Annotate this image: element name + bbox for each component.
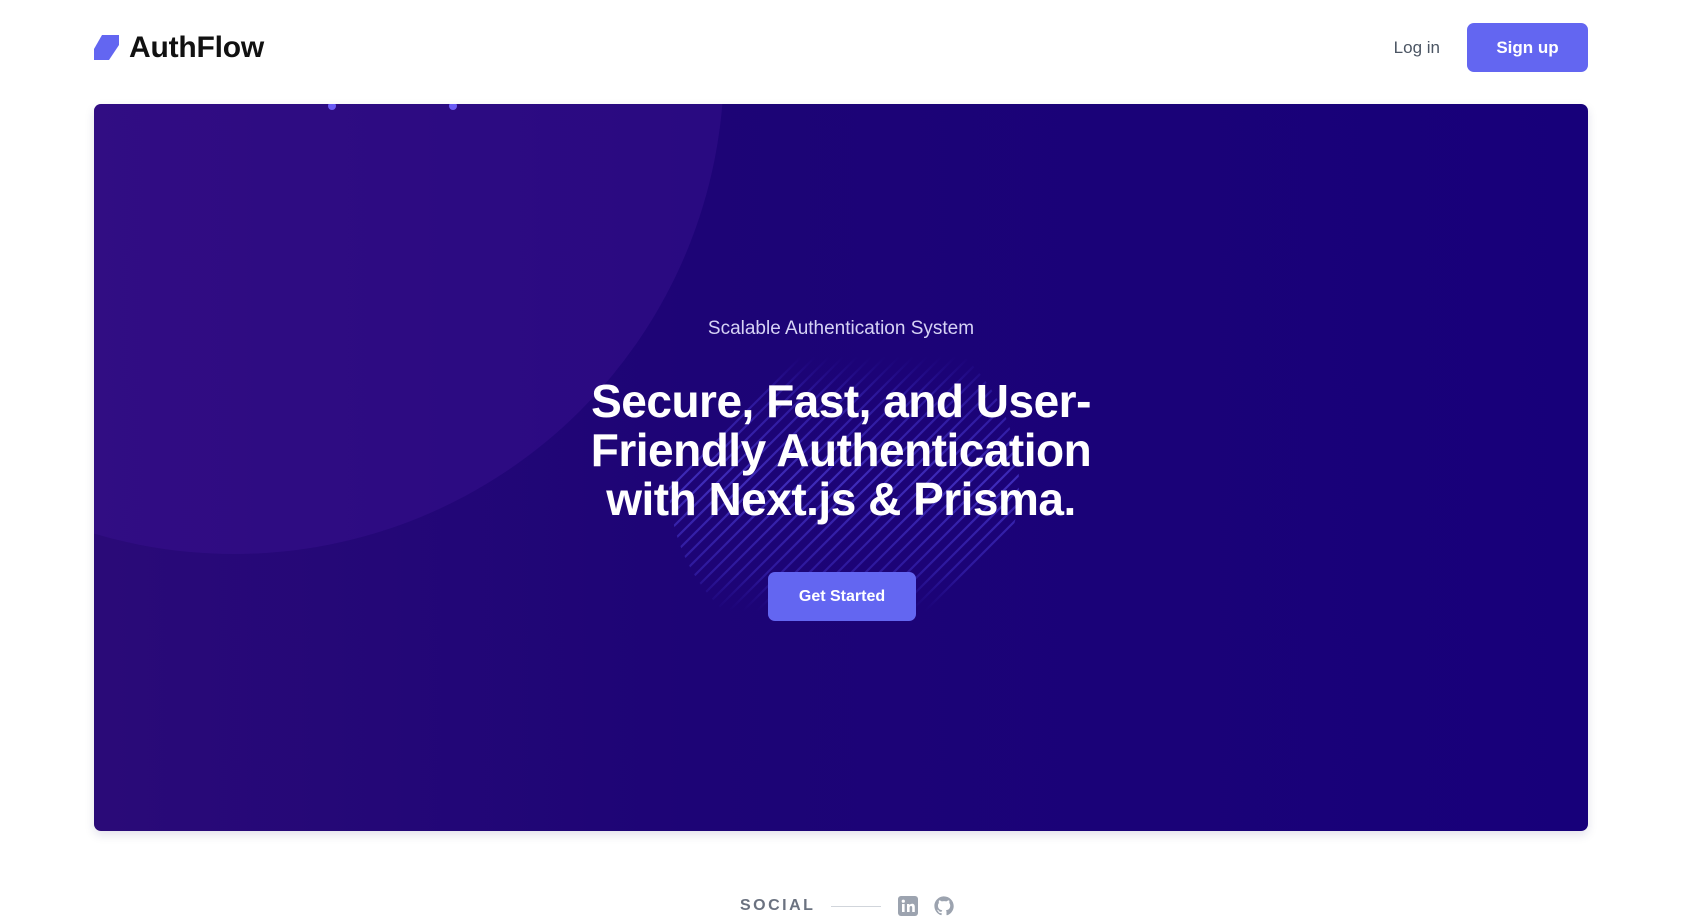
brand-logo-icon bbox=[94, 35, 119, 60]
linkedin-icon bbox=[898, 896, 919, 916]
header-nav: Log in Sign up bbox=[1394, 23, 1588, 72]
get-started-button[interactable]: Get Started bbox=[768, 572, 916, 621]
linkedin-link[interactable] bbox=[897, 895, 919, 917]
brand-logo-link[interactable]: AuthFlow bbox=[94, 23, 264, 72]
github-icon bbox=[934, 896, 955, 916]
hero-eyebrow: Scalable Authentication System bbox=[707, 318, 975, 339]
login-link[interactable]: Log in bbox=[1394, 38, 1440, 58]
hero-title: Secure, Fast, and User-Friendly Authenti… bbox=[590, 375, 1092, 525]
social-divider bbox=[831, 905, 882, 907]
hero-content: Scalable Authentication System Secure, F… bbox=[94, 104, 1588, 831]
social-label: SOCIAL bbox=[740, 897, 816, 914]
brand-name: AuthFlow bbox=[129, 30, 265, 64]
github-link[interactable] bbox=[933, 895, 955, 917]
hero-section: Scalable Authentication System Secure, F… bbox=[94, 104, 1588, 831]
signup-button[interactable]: Sign up bbox=[1467, 23, 1588, 72]
page: AuthFlow Log in Sign up Scalable Authent… bbox=[0, 0, 1699, 921]
site-header: AuthFlow Log in Sign up bbox=[94, 23, 1588, 72]
social-links: SOCIAL bbox=[740, 892, 955, 920]
